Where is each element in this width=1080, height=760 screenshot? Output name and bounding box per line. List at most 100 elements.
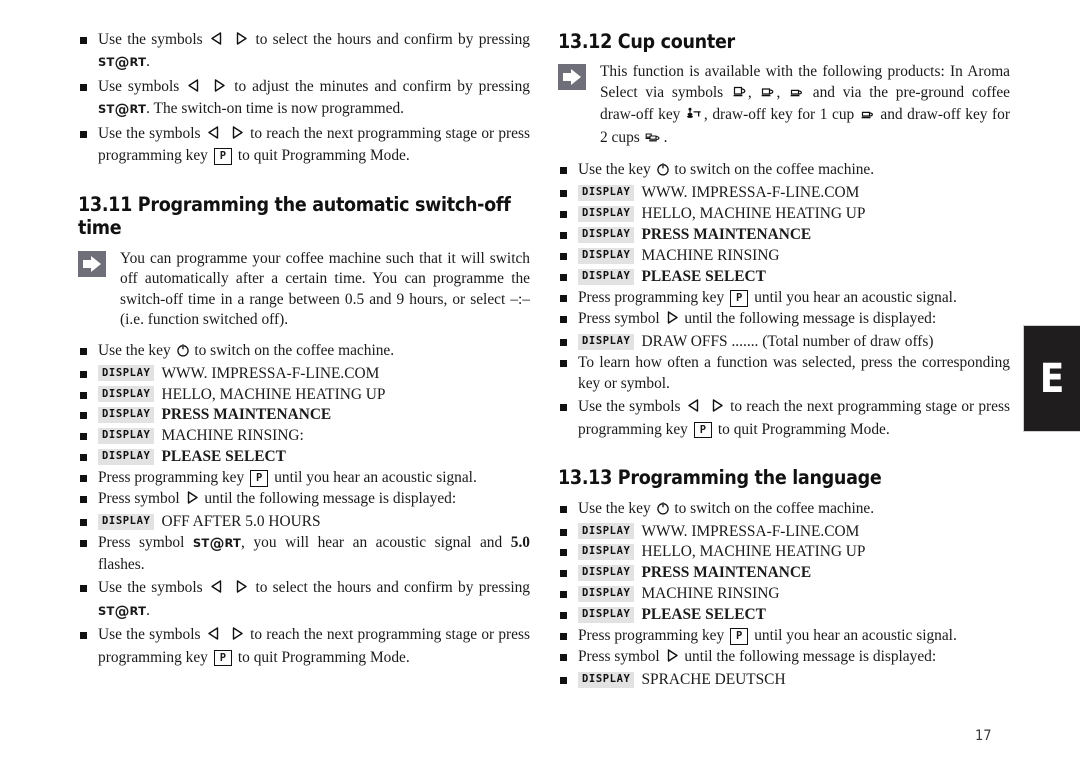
page-number: 17 (975, 728, 992, 744)
arrow-pair (685, 398, 730, 415)
display-text: PLEASE SELECT (641, 268, 766, 286)
text-fragment: to quit Programming Mode. (714, 420, 890, 438)
manual-page: Use the symbols to select the hours and … (0, 0, 1080, 760)
text-fragment: to switch on the coffee machine. (670, 161, 875, 179)
display-text: MACHINE RINSING (641, 247, 780, 265)
display-line: DISPLAY HELLO, MACHINE HEATING UP (558, 204, 1010, 224)
start-key-icon: ST@RT (98, 53, 147, 72)
text-fragment: , (747, 83, 760, 101)
text-fragment: until the following message is displayed… (680, 648, 937, 666)
text-fragment: until you hear an acoustic signal. (750, 289, 957, 307)
list-item: Press programming key P until you hear a… (558, 626, 1010, 646)
display-badge: DISPLAY (98, 427, 155, 445)
list-item: Use the symbols to reach the next progra… (78, 124, 530, 167)
list-item: Use the key to switch on the coffee mach… (78, 341, 530, 363)
display-line: DISPLAY MACHINE RINSING: (78, 426, 530, 446)
power-key-icon (656, 501, 670, 521)
list-item: Press symbol until the following message… (558, 309, 1010, 331)
display-line: DISPLAY SPRACHE DEUTSCH (558, 670, 1010, 690)
programming-key-p-icon: P (250, 470, 269, 487)
display-text: PLEASE SELECT (161, 448, 286, 466)
display-line: DISPLAY WWW. IMPRESSA-F-LINE.COM (558, 183, 1010, 203)
right-column: 13.12 Cup counter This function is avail… (558, 30, 1010, 691)
triangle-left-icon (209, 579, 224, 600)
text-fragment: Press symbol (98, 534, 193, 552)
triangle-left-icon (186, 78, 201, 99)
display-text: OFF AFTER 5.0 HOURS (161, 513, 321, 531)
arrow-pair (205, 626, 250, 643)
list-item: Use the symbols to reach the next progra… (558, 397, 1010, 440)
display-text: WWW. IMPRESSA-F-LINE.COM (641, 522, 860, 540)
programming-key-p-icon: P (213, 649, 233, 667)
display-badge: DISPLAY (98, 386, 155, 403)
display-line: DISPLAY OFF AFTER 5.0 HOURS (78, 512, 530, 532)
text-fragment: to select the hours and confirm by press… (255, 579, 530, 597)
text-fragment: to adjust the minutes and confirm by pre… (234, 77, 530, 95)
note-arrow-icon (558, 64, 586, 91)
text-fragment: until you hear an acoustic signal. (750, 627, 957, 645)
arrow-pair (205, 125, 250, 142)
triangle-right-icon (665, 648, 680, 669)
bold-value: 5.0 (510, 534, 530, 552)
arrow-pair (208, 31, 256, 48)
triangle-left-icon (206, 626, 221, 647)
note-arrow-icon (78, 250, 106, 277)
list-item: Use the symbols to select the hours and … (78, 30, 530, 74)
text-fragment: Press symbol (578, 648, 664, 666)
list-item: Use the symbols to select the hours and … (78, 578, 530, 622)
display-text: WWW. IMPRESSA-F-LINE.COM (161, 364, 380, 382)
list-item: Press symbol ST@RT, you will hear an aco… (78, 533, 530, 575)
display-text: MACHINE RINSING (641, 585, 780, 603)
text-fragment: Use the symbols (98, 579, 208, 597)
display-badge: DISPLAY (578, 268, 635, 286)
power-key-icon (176, 343, 190, 363)
text-fragment: Use the symbols (578, 398, 685, 416)
display-line: DISPLAY PLEASE SELECT (558, 267, 1010, 287)
one-cup-draw-off-icon (860, 107, 875, 127)
display-badge: DISPLAY (98, 365, 155, 382)
text-fragment: Use the key (578, 499, 655, 517)
text-fragment: to quit Programming Mode. (234, 648, 410, 666)
text-fragment: Use the symbols (98, 626, 205, 644)
display-text: WWW. IMPRESSA-F-LINE.COM (641, 184, 860, 202)
note-text: You can programme your coffee machine su… (120, 249, 530, 329)
text-fragment: . The switch-on time is now programmed. (146, 100, 405, 118)
display-badge: DISPLAY (98, 406, 155, 424)
list-item: Press symbol until the following message… (558, 647, 1010, 669)
display-text: MACHINE RINSING: (161, 427, 304, 445)
text-fragment: Use the symbols (98, 31, 208, 48)
arrow-pair (208, 579, 256, 596)
note-text: This function is available with the foll… (600, 62, 1010, 150)
start-key-icon: ST@RT (192, 534, 242, 553)
display-line: DISPLAY PRESS MAINTENANCE (558, 225, 1010, 245)
display-text: HELLO, MACHINE HEATING UP (641, 543, 866, 561)
section-heading-13-12: 13.12 Cup counter (558, 30, 735, 53)
text-fragment: Use symbols (98, 77, 186, 95)
list-item: Press programming key P until you hear a… (78, 468, 530, 488)
chapter-tab-e: E (1023, 325, 1080, 432)
display-line: DISPLAY HELLO, MACHINE HEATING UP (558, 542, 1010, 562)
left-column: Use the symbols to select the hours and … (78, 30, 530, 671)
display-badge: DISPLAY (578, 247, 635, 265)
text-fragment: , draw-off key for 1 cup (703, 106, 859, 124)
triangle-right-icon (230, 125, 245, 146)
display-line: DISPLAY MACHINE RINSING (558, 246, 1010, 266)
display-line: DISPLAY PRESS MAINTENANCE (558, 563, 1010, 583)
note-block-13-12: This function is available with the foll… (558, 62, 1010, 150)
text-fragment: . (146, 53, 150, 71)
programming-key-p-icon: P (693, 421, 713, 439)
list-item: Use the symbols to reach the next progra… (78, 625, 530, 668)
display-line: DISPLAY WWW. IMPRESSA-F-LINE.COM (78, 364, 530, 384)
text-fragment: Use the key (578, 161, 655, 179)
section-heading-13-11: 13.11 Programming the automatic switch-o… (78, 192, 511, 240)
triangle-right-icon (185, 490, 200, 511)
text-fragment: to switch on the coffee machine. (190, 341, 395, 359)
display-badge: DISPLAY (578, 205, 635, 223)
text-fragment: to quit Programming Mode. (234, 147, 410, 165)
display-line: DISPLAY DRAW OFFS ....... (Total number o… (558, 332, 1010, 352)
display-badge: DISPLAY (98, 448, 155, 466)
programming-key-p-icon: P (730, 628, 749, 645)
display-badge: DISPLAY (578, 226, 635, 244)
display-text: SPRACHE DEUTSCH (641, 671, 786, 689)
display-text: PRESS MAINTENANCE (161, 406, 332, 424)
